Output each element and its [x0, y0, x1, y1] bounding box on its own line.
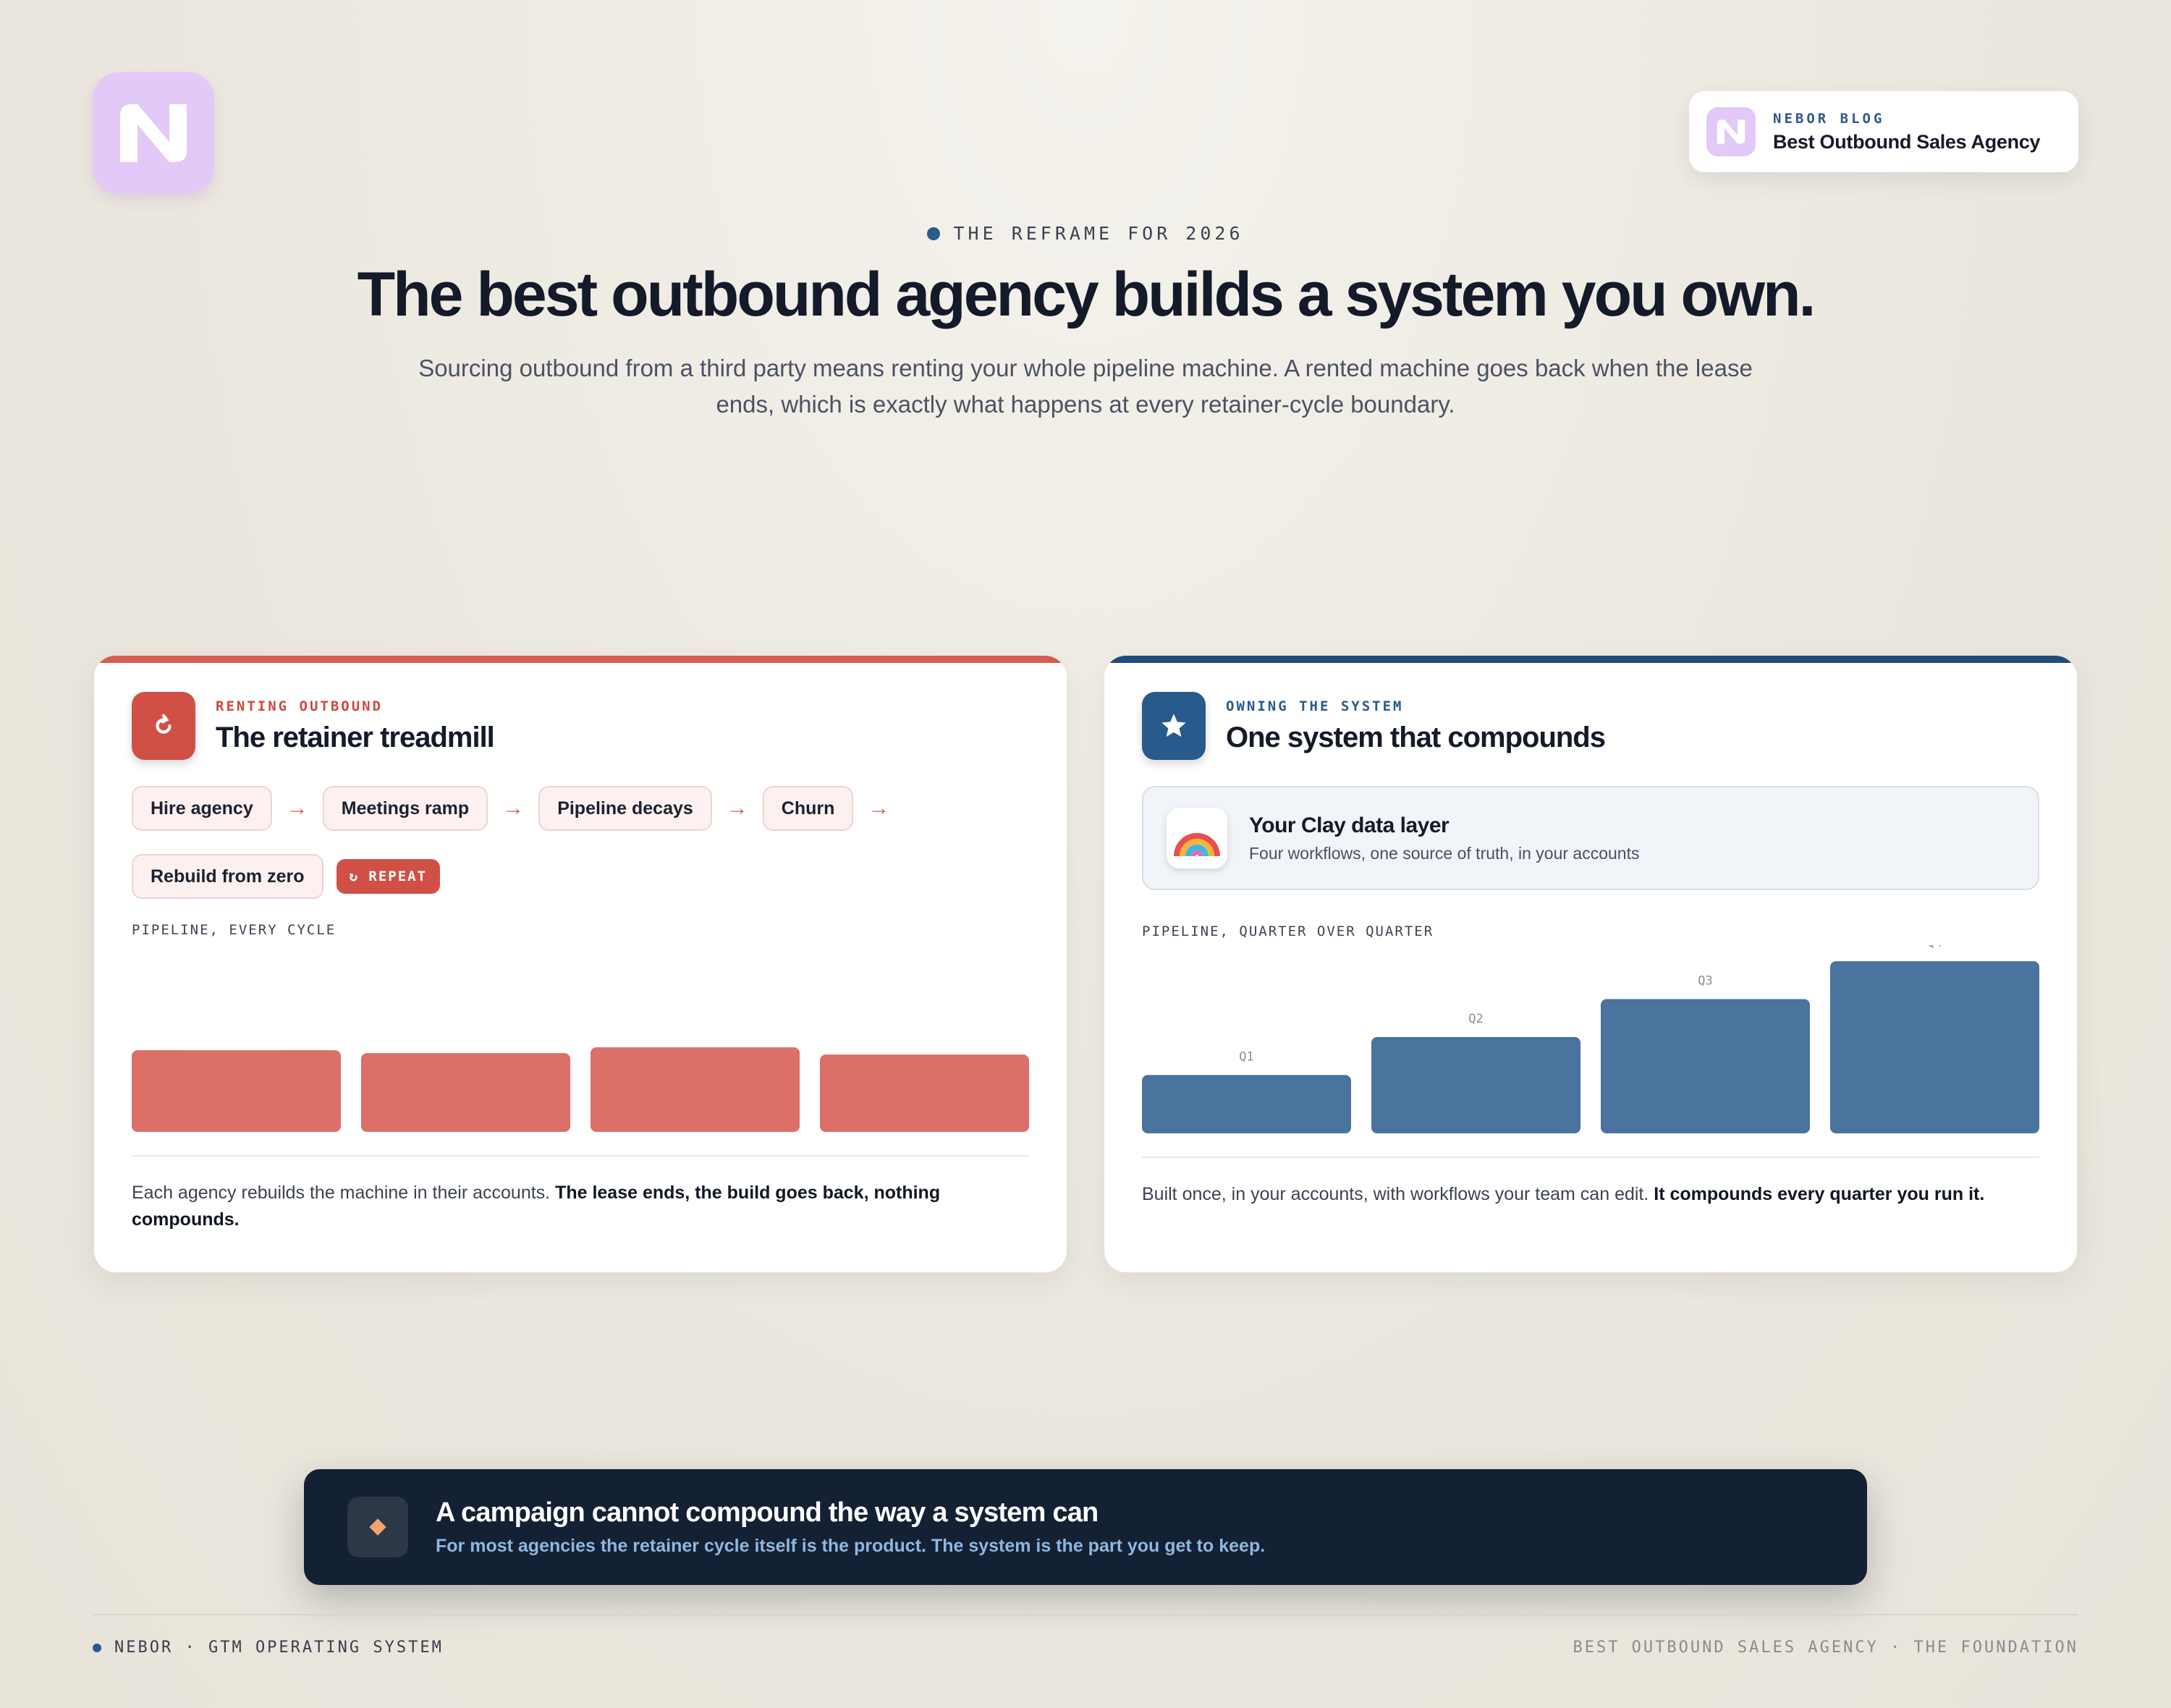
- chart-bar: [1830, 961, 2039, 1133]
- callout-title: A campaign cannot compound the way a sys…: [436, 1497, 1099, 1528]
- arrow-right-icon: →: [502, 796, 525, 820]
- chart-bar: [820, 1054, 1029, 1132]
- chart-bar: [1142, 1075, 1351, 1133]
- blog-chip[interactable]: NEBOR BLOG Best Outbound Sales Agency: [1689, 91, 2078, 172]
- renting-card: RENTING OUTBOUND The retainer treadmill …: [94, 656, 1067, 1272]
- callout-banner: A campaign cannot compound the way a sys…: [304, 1469, 1867, 1585]
- footer-left: NEBOR · GTM OPERATING SYSTEM: [93, 1639, 444, 1657]
- card-header: RENTING OUTBOUND The retainer treadmill: [132, 692, 495, 760]
- step-hire-agency: Hire agency: [132, 786, 272, 831]
- card-header: OWNING THE SYSTEM One system that compou…: [1142, 692, 1606, 760]
- card-kicker: RENTING OUTBOUND: [216, 698, 384, 714]
- chart-bar: [591, 1047, 800, 1132]
- card-divider: [1142, 1157, 2039, 1158]
- footer-left-text: NEBOR · GTM OPERATING SYSTEM: [114, 1639, 444, 1657]
- card-accent-bar: [94, 656, 1067, 663]
- chart-category-label: Q2: [1468, 1012, 1483, 1026]
- callout-subtitle: For most agencies the retainer cycle its…: [436, 1536, 1266, 1556]
- card-title: One system that compounds: [1226, 721, 1606, 753]
- nebor-logo[interactable]: [93, 72, 214, 194]
- card-accent-bar: [1104, 656, 2077, 663]
- footer-divider: [93, 1614, 2078, 1615]
- card-divider: [132, 1155, 1029, 1157]
- arrow-right-icon: →: [726, 796, 748, 820]
- hero-eyebrow: THE REFRAME FOR 2026: [0, 223, 2171, 244]
- pipeline-cycle-chart: [132, 1047, 1029, 1132]
- star-icon: [1142, 692, 1206, 760]
- chart-category-label: Q3: [1698, 974, 1712, 989]
- chart-bar: [361, 1053, 570, 1132]
- chart-category-label: Q1: [1239, 1049, 1253, 1064]
- page-title: The best outbound agency builds a system…: [357, 260, 1816, 329]
- chart-label: PIPELINE, QUARTER OVER QUARTER: [1142, 923, 1434, 939]
- repeat-badge: ↻ REPEAT: [336, 859, 441, 894]
- diamond-icon: [347, 1497, 408, 1557]
- refresh-icon: [132, 692, 195, 760]
- card-footer-plain: Each agency rebuilds the machine in thei…: [132, 1183, 556, 1203]
- owning-card: OWNING THE SYSTEM One system that compou…: [1104, 656, 2077, 1272]
- clay-data-layer[interactable]: Your Clay data layer Four workflows, one…: [1142, 786, 2039, 890]
- card-kicker: OWNING THE SYSTEM: [1226, 698, 1404, 714]
- pipeline-quarter-chart: Q1 Q2 Q3 Q4: [1142, 945, 2039, 1133]
- card-footer-bold: It compounds every quarter you run it.: [1654, 1184, 1985, 1204]
- nebor-mini-logo-icon: [1706, 107, 1756, 156]
- page-subtitle: Sourcing outbound from a third party mea…: [418, 355, 1753, 418]
- clay-title: Your Clay data layer: [1249, 813, 1450, 837]
- blog-kicker: NEBOR BLOG: [1773, 110, 1885, 127]
- rainbow-icon: [1167, 808, 1227, 868]
- card-footer-text: Built once, in your accounts, with workf…: [1142, 1181, 2039, 1208]
- chart-bar: [1601, 999, 1810, 1133]
- arrow-right-icon: →: [868, 796, 890, 820]
- card-footer-plain: Built once, in your accounts, with workf…: [1142, 1184, 1654, 1204]
- chart-category-label: Q4: [1927, 945, 1942, 950]
- clay-subtitle: Four workflows, one source of truth, in …: [1249, 843, 1640, 863]
- arrow-right-icon: →: [286, 796, 308, 820]
- chart-bar: [132, 1050, 341, 1132]
- card-footer-text: Each agency rebuilds the machine in thei…: [132, 1180, 1029, 1233]
- step-churn: Churn: [762, 786, 854, 831]
- chart-bar: [1371, 1036, 1580, 1133]
- eyebrow-text: THE REFRAME FOR 2026: [953, 223, 1244, 244]
- footer-dot-icon: [93, 1643, 101, 1652]
- card-title: The retainer treadmill: [216, 721, 495, 753]
- step-meetings-ramp: Meetings ramp: [322, 786, 488, 831]
- footer-right: BEST OUTBOUND SALES AGENCY · THE FOUNDAT…: [1573, 1639, 2078, 1657]
- nebor-logo-icon: [120, 104, 187, 162]
- eyebrow-dot-icon: [927, 227, 941, 240]
- step-rebuild: Rebuild from zero: [132, 854, 323, 899]
- step-pipeline-decays: Pipeline decays: [538, 786, 712, 831]
- chart-label: PIPELINE, EVERY CYCLE: [132, 922, 337, 938]
- cycle-steps: Hire agency → Meetings ramp → Pipeline d…: [132, 786, 1029, 899]
- blog-title: Best Outbound Sales Agency: [1773, 130, 2041, 153]
